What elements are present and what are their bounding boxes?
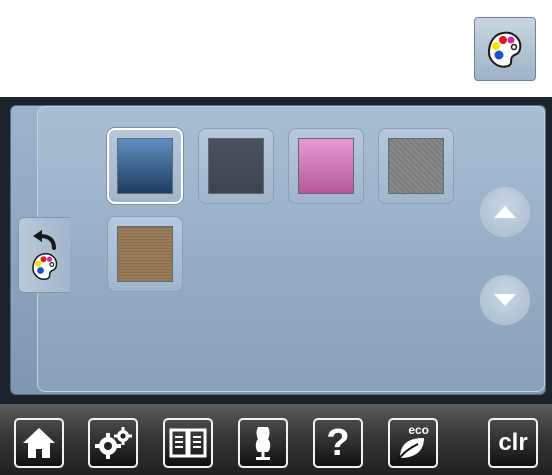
swatch-fill	[388, 138, 444, 194]
clr-label: clr	[498, 429, 528, 456]
palette-button[interactable]	[474, 17, 536, 81]
swatch-fill	[298, 138, 354, 194]
swatch-fill	[208, 138, 264, 194]
home-button[interactable]	[14, 418, 64, 468]
swatch-blue-gradient[interactable]	[107, 128, 183, 204]
swatch-fill	[117, 226, 173, 282]
manual-button[interactable]	[163, 418, 213, 468]
clear-button[interactable]: clr	[488, 418, 538, 468]
swatch-gray-texture[interactable]	[378, 128, 454, 204]
eco-button[interactable]: eco	[388, 418, 438, 468]
back-button[interactable]	[18, 217, 70, 293]
swatch-fill	[117, 138, 173, 194]
arrow-down-icon	[494, 294, 516, 306]
arrow-up-icon	[494, 206, 516, 218]
dress-form-icon	[255, 427, 271, 460]
gears-icon	[95, 427, 132, 459]
tutorial-button[interactable]	[238, 418, 288, 468]
swatch-dark-gray[interactable]	[198, 128, 274, 204]
help-label: ?	[326, 422, 350, 464]
book-icon	[169, 428, 207, 458]
swatch-beige-texture[interactable]	[107, 216, 183, 292]
swatch-pink-gradient[interactable]	[288, 128, 364, 204]
palette-icon	[31, 253, 57, 280]
bottom-toolbar: ? eco clr	[0, 404, 552, 475]
help-button[interactable]: ?	[313, 418, 363, 468]
back-arrow-icon	[32, 230, 56, 250]
home-icon	[23, 428, 55, 458]
screen-frame	[0, 97, 552, 404]
background-panel	[10, 105, 546, 395]
scroll-up-button[interactable]	[480, 187, 530, 237]
eco-label: eco	[408, 423, 429, 437]
palette-icon	[487, 31, 522, 68]
scroll-down-button[interactable]	[480, 275, 530, 325]
settings-button[interactable]	[88, 418, 138, 468]
